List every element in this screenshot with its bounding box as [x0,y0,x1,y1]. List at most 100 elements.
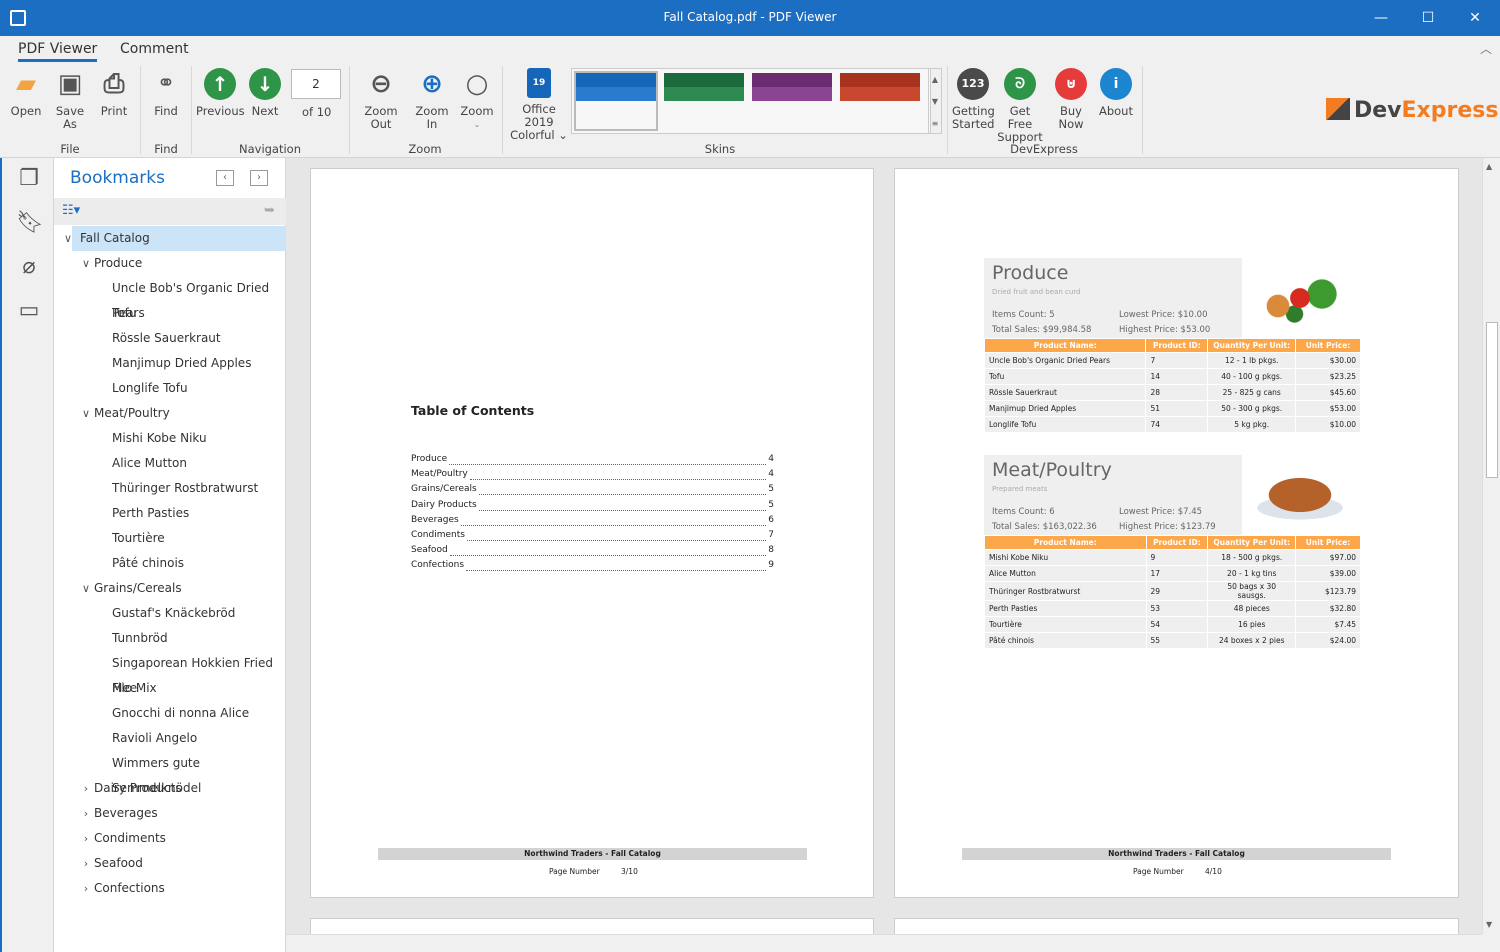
previous-page-button[interactable]: ↑ Previous [196,68,245,118]
bookmark-item[interactable]: Rössle Sauerkraut [54,326,286,351]
table-header-row: Product Name: Product ID: Quantity Per Uni… [984,535,1361,550]
comment-icon[interactable]: ▭ [16,298,42,326]
skin-selector-button[interactable]: 19 Office 2019 Colorful ⌄ [508,68,570,142]
toc-entry[interactable]: Confections 9 [411,560,774,575]
print-button[interactable]: ⎙ Print [96,68,132,118]
support-button[interactable]: ᘐ Get Free Support [997,68,1043,144]
vertical-scrollbar[interactable]: ▲ ▼ [1482,158,1500,934]
toc-entry-page: 7 [768,530,774,540]
quantity-per-unit: 50 - 300 g pkgs. [1207,400,1297,417]
bookmark-item[interactable]: › Condiments [54,826,286,851]
bookmark-item[interactable]: Tunnbröd [54,626,286,651]
toc-entry[interactable]: Dairy Products 5 [411,500,774,515]
collapse-panel-button[interactable]: ‹ [216,170,234,186]
bookmark-item[interactable]: › Seafood [54,851,286,876]
bookmark-item[interactable]: Alice Mutton [54,451,286,476]
bookmark-label: Beverages [94,806,158,820]
bookmarks-title: Bookmarks [70,168,165,188]
horizontal-scrollbar[interactable] [286,934,1482,952]
skin-swatch-purple[interactable] [752,73,832,129]
bookmark-item[interactable]: Singaporean Hokkien Fried Mee [54,651,286,695]
bookmark-item[interactable]: ∨ Produce [54,251,286,276]
bookmark-item[interactable]: Pâté chinois [54,551,286,576]
bookmark-item[interactable]: Perth Pasties [54,501,286,526]
chevron-right-icon[interactable]: › [80,851,92,876]
tab-comment[interactable]: Comment [120,41,189,57]
toc-entry[interactable]: Meat/Poultry 4 [411,469,774,484]
about-button[interactable]: i About [1098,68,1134,118]
bookmark-item[interactable]: › Confections [54,876,286,901]
chevron-right-icon[interactable]: › [80,776,92,801]
toc-entry[interactable]: Seafood 8 [411,545,774,560]
bookmark-label: Gnocchi di nonna Alice [112,706,250,720]
zoom-in-label: Zoom In [415,104,449,131]
bookmark-item[interactable]: Ravioli Angelo [54,726,286,751]
page-number-label: Page Number [549,867,600,876]
scroll-up-icon[interactable]: ▲ [1486,162,1492,171]
toc-entry-title: Beverages [411,514,459,525]
bookmark-item[interactable]: › Dairy Products [54,776,286,801]
toc-entry[interactable]: Condiments 7 [411,530,774,545]
unit-price: $7.45 [1295,616,1361,633]
bookmark-item[interactable]: Mishi Kobe Niku [54,426,286,451]
bookmark-options-icon[interactable]: ☷▾ [62,203,80,218]
find-button[interactable]: ⚭ Find [146,68,186,118]
scrollbar-thumb[interactable] [1486,322,1498,478]
toc-entry[interactable]: Grains/Cereals 5 [411,484,774,499]
bookmark-item[interactable]: › Beverages [54,801,286,826]
bookmark-icon[interactable]: 🔖︎ [16,210,44,238]
skin-swatch-red[interactable] [840,73,920,129]
chevron-down-icon[interactable]: ∨ [80,576,92,601]
skin-swatch-blue[interactable] [574,71,658,131]
product-id: 9 [1145,549,1209,566]
toc-entry[interactable]: Beverages 6 [411,515,774,530]
skin-swatch-green[interactable] [664,73,744,129]
bookmark-item[interactable]: Manjimup Dried Apples [54,351,286,376]
next-page-button[interactable]: ↓ Next [246,68,284,118]
toc-entry[interactable]: Produce 4 [411,454,774,469]
tab-pdf-viewer[interactable]: PDF Viewer [18,41,98,62]
attachment-icon[interactable]: ⌀ [16,254,42,282]
bookmark-label: Grains/Cereals [94,581,182,595]
toc-leader [478,484,767,496]
buy-now-button[interactable]: ⊍ Buy Now [1046,68,1096,131]
minimize-button[interactable]: — [1358,0,1404,36]
collapse-ribbon-icon[interactable]: ︿ [1480,40,1492,57]
maximize-button[interactable]: ☐ [1405,0,1451,36]
chevron-down-icon[interactable]: ∨ [80,401,92,426]
page-number-input[interactable]: 2 [291,69,341,99]
bookmark-item[interactable]: Uncle Bob's Organic Dried Pears [54,276,286,320]
zoom-in-button[interactable]: ⊕ Zoom In [410,68,454,131]
bookmark-item[interactable]: Longlife Tofu [54,376,286,401]
chevron-right-icon[interactable]: › [80,801,92,826]
getting-started-button[interactable]: 123 Getting Started [952,68,995,131]
table-row: Perth Pasties 53 48 pieces $32.80 [984,600,1361,617]
chevron-down-icon[interactable]: ∨ [80,251,92,276]
bookmark-item[interactable]: Tourtière [54,526,286,551]
chevron-right-icon[interactable]: › [80,876,92,901]
category-header: Meat/Poultry Prepared meats Items Count: 6… [984,455,1242,537]
go-to-bookmark-icon[interactable]: ➥ [264,203,275,218]
bookmark-item[interactable]: Thüringer Rostbratwurst [54,476,286,501]
close-button[interactable]: ✕ [1452,0,1498,36]
scroll-down-icon[interactable]: ▼ [1486,920,1492,929]
save-as-button[interactable]: ▣ Save As [48,68,92,131]
open-button[interactable]: ▰ Open [6,68,46,118]
zoom-dropdown-button[interactable]: ○ Zoom ⌄ [458,68,496,131]
bookmark-item[interactable]: Tofu [54,301,286,326]
bookmark-item[interactable]: Gustaf's Knäckebröd [54,601,286,626]
bookmark-item[interactable]: Filo Mix [54,676,286,701]
bookmark-item[interactable]: ∨ Fall Catalog [54,226,286,251]
zoom-in-icon: ⊕ [421,69,443,99]
zoom-out-button[interactable]: ⊖ Zoom Out [355,68,407,131]
gallery-scroll[interactable]: ▲ ▼ ≡ [928,68,942,134]
bookmark-item[interactable]: Wimmers gute Semmelknödel [54,751,286,795]
page-thumbnails-icon[interactable]: ❐ [16,166,42,194]
bookmark-item[interactable]: Gnocchi di nonna Alice [54,701,286,726]
group-divider [502,66,503,154]
bookmark-item[interactable]: ∨ Meat/Poultry [54,401,286,426]
toc-entry-title: Grains/Cereals [411,484,477,495]
expand-panel-button[interactable]: › [250,170,268,186]
chevron-right-icon[interactable]: › [80,826,92,851]
bookmark-item[interactable]: ∨ Grains/Cereals [54,576,286,601]
